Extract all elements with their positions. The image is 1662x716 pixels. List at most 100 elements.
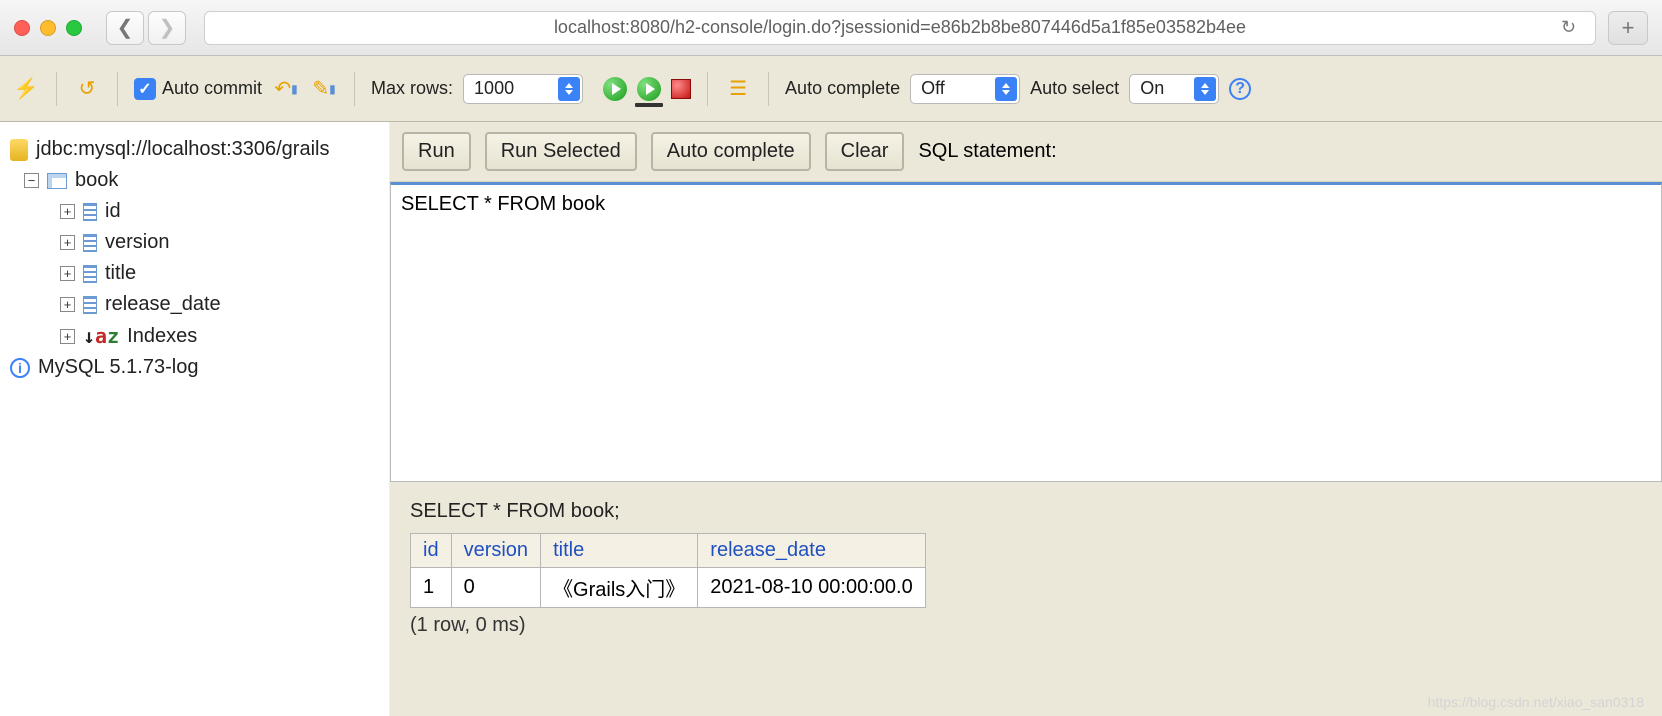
- forward-button[interactable]: ❯: [148, 11, 186, 45]
- indexes-row[interactable]: + ↓az Indexes: [10, 320, 379, 352]
- cell-release-date: 2021-08-10 00:00:00.0: [698, 568, 925, 608]
- table-header-row: id version title release_date: [411, 534, 926, 568]
- auto-complete-value: Off: [921, 78, 945, 99]
- db-info: MySQL 5.1.73-log: [38, 356, 198, 379]
- auto-complete-button[interactable]: Auto complete: [651, 132, 811, 171]
- result-statement: SELECT * FROM book;: [410, 500, 1642, 523]
- jdbc-url-row[interactable]: jdbc:mysql://localhost:3306/grails: [10, 134, 379, 165]
- sql-statement-label: SQL statement:: [918, 140, 1056, 163]
- reload-icon[interactable]: ↻: [1561, 17, 1585, 38]
- db-info-row[interactable]: i MySQL 5.1.73-log: [10, 352, 379, 383]
- cell-version: 0: [451, 568, 540, 608]
- column-icon: [83, 203, 97, 221]
- cell-title: 《Grails入门》: [541, 568, 698, 608]
- column-row[interactable]: + title: [10, 258, 379, 289]
- results-panel: SELECT * FROM book; id version title rel…: [390, 482, 1662, 716]
- close-window-icon[interactable]: [14, 20, 30, 36]
- stop-icon[interactable]: [671, 79, 691, 99]
- auto-complete-select[interactable]: Off: [910, 74, 1020, 104]
- max-rows-label: Max rows:: [371, 78, 453, 99]
- run-icon[interactable]: [603, 77, 627, 101]
- column-icon: [83, 296, 97, 314]
- column-row[interactable]: + id: [10, 196, 379, 227]
- info-icon: i: [10, 358, 30, 378]
- table-name: book: [75, 169, 118, 192]
- auto-commit-label: Auto commit: [162, 78, 262, 99]
- content: Run Run Selected Auto complete Clear SQL…: [390, 122, 1662, 716]
- separator: [354, 72, 355, 106]
- nav-buttons: ❮ ❯: [106, 11, 186, 45]
- clear-button[interactable]: Clear: [825, 132, 905, 171]
- history-icon[interactable]: ☰: [724, 75, 752, 103]
- toolbar: ⚡ ↺ ✓ Auto commit ↶▮ ✎▮ Max rows: 1000 ☰…: [0, 56, 1662, 122]
- auto-select-label: Auto select: [1030, 78, 1119, 99]
- url-text: localhost:8080/h2-console/login.do?jsess…: [554, 17, 1246, 38]
- column-name: id: [105, 200, 121, 223]
- chevron-icon: [1194, 77, 1216, 101]
- run-button[interactable]: Run: [402, 132, 471, 171]
- column-name: release_date: [105, 293, 221, 316]
- column-name: title: [105, 262, 136, 285]
- expand-icon[interactable]: +: [60, 204, 75, 219]
- query-bar: Run Run Selected Auto complete Clear SQL…: [390, 122, 1662, 182]
- table-icon: [47, 173, 67, 189]
- rollback-icon[interactable]: ✎▮: [310, 75, 338, 103]
- auto-commit-checkbox[interactable]: ✓ Auto commit: [134, 78, 262, 100]
- max-rows-select[interactable]: 1000: [463, 74, 583, 104]
- cell-id: 1: [411, 568, 452, 608]
- back-button[interactable]: ❮: [106, 11, 144, 45]
- maximize-window-icon[interactable]: [66, 20, 82, 36]
- chevron-icon: [995, 77, 1017, 101]
- column-header[interactable]: version: [451, 534, 540, 568]
- run-selected-button[interactable]: Run Selected: [485, 132, 637, 171]
- refresh-icon[interactable]: ↺: [73, 75, 101, 103]
- header-link[interactable]: id: [423, 539, 439, 561]
- commit-icon[interactable]: ↶▮: [272, 75, 300, 103]
- column-row[interactable]: + version: [10, 227, 379, 258]
- result-table: id version title release_date 1 0 《Grail…: [410, 533, 926, 608]
- auto-complete-label: Auto complete: [785, 78, 900, 99]
- separator: [56, 72, 57, 106]
- column-header[interactable]: release_date: [698, 534, 925, 568]
- window-controls: [14, 20, 82, 36]
- expand-icon[interactable]: +: [60, 297, 75, 312]
- table-row[interactable]: − book: [10, 165, 379, 196]
- main: jdbc:mysql://localhost:3306/grails − boo…: [0, 122, 1662, 716]
- jdbc-url: jdbc:mysql://localhost:3306/grails: [36, 138, 329, 161]
- separator: [707, 72, 708, 106]
- max-rows-value: 1000: [474, 78, 514, 99]
- new-tab-button[interactable]: +: [1608, 11, 1648, 45]
- auto-select-select[interactable]: On: [1129, 74, 1219, 104]
- separator: [768, 72, 769, 106]
- column-icon: [83, 265, 97, 283]
- column-row[interactable]: + release_date: [10, 289, 379, 320]
- sql-input[interactable]: [390, 182, 1662, 482]
- auto-select-value: On: [1140, 78, 1164, 99]
- separator: [117, 72, 118, 106]
- sidebar: jdbc:mysql://localhost:3306/grails − boo…: [0, 122, 390, 716]
- help-icon[interactable]: ?: [1229, 78, 1251, 100]
- header-link[interactable]: release_date: [710, 539, 826, 561]
- column-name: version: [105, 231, 169, 254]
- address-bar[interactable]: localhost:8080/h2-console/login.do?jsess…: [204, 11, 1596, 45]
- index-icon: ↓az: [83, 324, 119, 348]
- collapse-icon[interactable]: −: [24, 173, 39, 188]
- expand-icon[interactable]: +: [60, 266, 75, 281]
- database-icon: [10, 139, 28, 161]
- watermark: https://blog.csdn.net/xiao_san0318: [1428, 694, 1644, 710]
- table-row: 1 0 《Grails入门》 2021-08-10 00:00:00.0: [411, 568, 926, 608]
- expand-icon[interactable]: +: [60, 235, 75, 250]
- minimize-window-icon[interactable]: [40, 20, 56, 36]
- checkbox-icon: ✓: [134, 78, 156, 100]
- header-link[interactable]: version: [464, 539, 528, 561]
- browser-chrome: ❮ ❯ localhost:8080/h2-console/login.do?j…: [0, 0, 1662, 56]
- expand-icon[interactable]: +: [60, 329, 75, 344]
- disconnect-icon[interactable]: ⚡: [12, 75, 40, 103]
- header-link[interactable]: title: [553, 539, 584, 561]
- result-meta: (1 row, 0 ms): [410, 614, 1642, 637]
- indexes-label: Indexes: [127, 325, 197, 348]
- chevron-icon: [558, 77, 580, 101]
- run-selected-icon[interactable]: [637, 77, 661, 101]
- column-header[interactable]: title: [541, 534, 698, 568]
- column-header[interactable]: id: [411, 534, 452, 568]
